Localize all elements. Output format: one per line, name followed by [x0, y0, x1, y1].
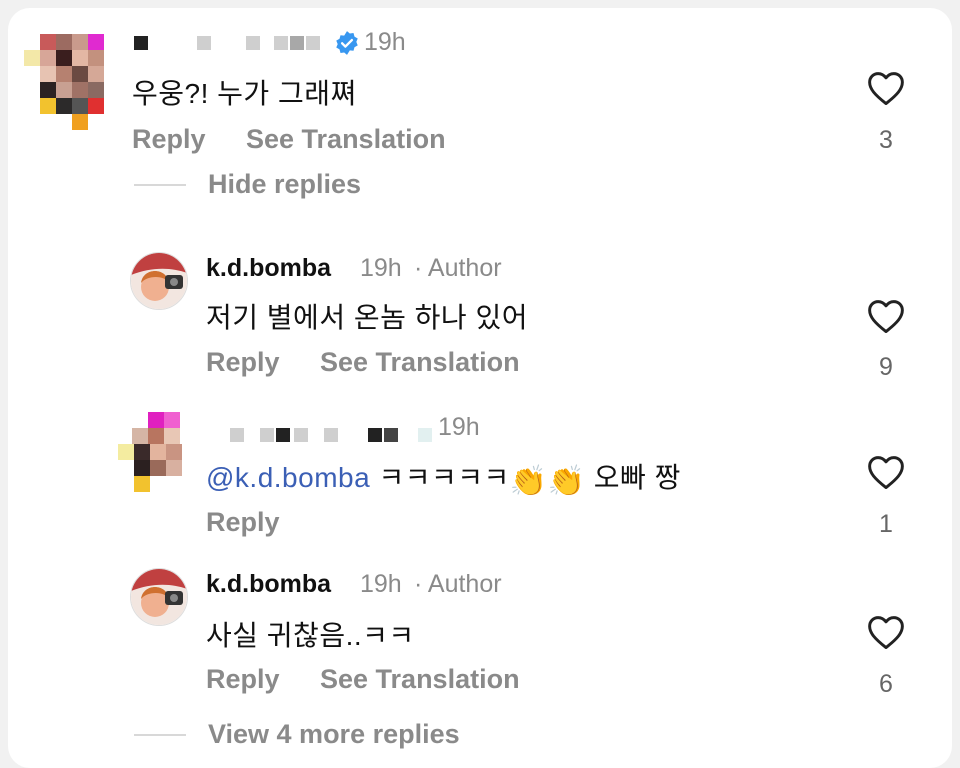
see-translation-button[interactable]: See Translation [320, 347, 520, 378]
verified-badge-icon [336, 31, 358, 55]
divider [134, 734, 186, 736]
view-more-replies-button[interactable]: View 4 more replies [208, 719, 460, 750]
reply-button[interactable]: Reply [206, 347, 280, 378]
heart-outline-icon[interactable] [866, 70, 906, 106]
comments-panel [8, 8, 952, 768]
username[interactable]: k.d.bomba [206, 254, 331, 283]
comment-laugh: ㅋㅋㅋㅋㅋ [378, 462, 510, 493]
like-count: 9 [879, 353, 893, 381]
comment-time: 19h [360, 254, 402, 282]
heart-outline-icon[interactable] [866, 454, 906, 490]
like-count: 1 [879, 510, 893, 538]
comment-text: 저기 별에서 온놈 하나 있어 [206, 302, 528, 333]
see-translation-button[interactable]: See Translation [320, 664, 520, 695]
comment-text: 우웅?! 누가 그래쪄 [132, 78, 357, 109]
avatar[interactable] [130, 568, 188, 626]
see-translation-button[interactable]: See Translation [246, 124, 446, 155]
comment-text: 사실 귀찮음..ㅋㅋ [206, 620, 415, 651]
like-count: 3 [879, 126, 893, 154]
like-count: 6 [879, 670, 893, 698]
hide-replies-button[interactable]: Hide replies [208, 169, 361, 200]
clapping-hands-emoji: 👏 [509, 465, 548, 498]
comment-text: @k.d.bomba ㅋㅋㅋㅋㅋ👏👏 오빠 짱 [206, 456, 681, 499]
reply-button[interactable]: Reply [206, 507, 280, 538]
avatar[interactable] [24, 34, 104, 130]
comment-time: 19h [360, 570, 402, 598]
heart-outline-icon[interactable] [866, 614, 906, 650]
mention-link[interactable]: @k.d.bomba [206, 462, 370, 493]
heart-outline-icon[interactable] [866, 298, 906, 334]
author-tag: · Author [414, 570, 502, 598]
comment-time: 19h [438, 413, 480, 441]
username[interactable]: k.d.bomba [206, 570, 331, 599]
avatar[interactable] [130, 252, 188, 310]
avatar[interactable] [118, 412, 182, 492]
author-tag: · Author [414, 254, 502, 282]
comment-text-tail: 오빠 짱 [593, 462, 681, 493]
reply-button[interactable]: Reply [206, 664, 280, 695]
clapping-hands-emoji: 👏 [547, 465, 586, 498]
reply-button[interactable]: Reply [132, 124, 206, 155]
comment-time: 19h [364, 28, 406, 56]
divider [134, 184, 186, 186]
